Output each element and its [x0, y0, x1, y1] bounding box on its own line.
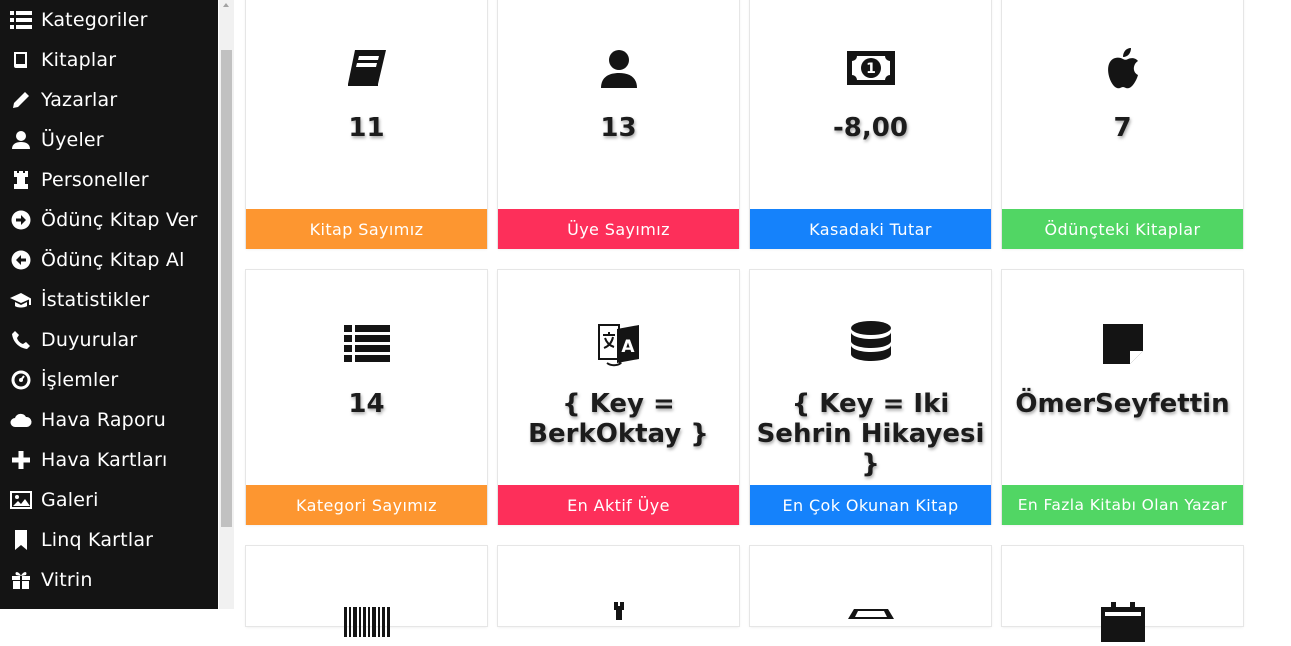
phone-icon: [10, 329, 32, 351]
sidebar: Kategoriler Kitaplar Yazarlar Üyeler Per…: [0, 0, 218, 609]
stat-footer-kategori-sayimiz[interactable]: Kategori Sayımız: [246, 485, 487, 525]
circle-arrow-right-icon: [10, 209, 32, 231]
stat-card-odunc: 7 Ödünçteki Kitaplar: [1002, 0, 1243, 249]
tower-icon: [498, 598, 739, 646]
stat-card-aktif-uye: A { Key = BerkOktay } En Aktif Üye: [498, 270, 739, 525]
sidebar-item-label: Vitrin: [41, 569, 93, 591]
shop-icon: [750, 598, 991, 646]
sidebar-item-label: Linq Kartlar: [41, 529, 154, 551]
book-icon: [10, 49, 32, 71]
stat-card-uye: 13 Üye Sayımız: [498, 0, 739, 249]
stat-footer-oduncteki-kitaplar[interactable]: Ödünçteki Kitaplar: [1002, 209, 1243, 249]
sidebar-item-label: İstatistikler: [41, 289, 150, 311]
tower-icon: [10, 169, 32, 191]
sidebar-item-odunc-kitap-al[interactable]: Ödünç Kitap Al: [0, 240, 218, 280]
sidebar-item-label: Duyurular: [41, 329, 138, 351]
list-icon: [10, 9, 32, 31]
sidebar-item-label: Ödünç Kitap Al: [41, 249, 185, 271]
stat-value: 14: [348, 389, 385, 419]
stat-card-partial-3: [750, 546, 991, 626]
stat-value: -8,00: [833, 113, 908, 143]
note-icon: [1002, 320, 1243, 368]
sidebar-item-label: Hava Kartları: [41, 449, 168, 471]
sidebar-item-label: Yazarlar: [41, 89, 118, 111]
user-icon: [498, 44, 739, 92]
sidebar-item-vitrin[interactable]: Vitrin: [0, 560, 218, 600]
user-icon: [10, 129, 32, 151]
list-icon: [246, 320, 487, 368]
sidebar-item-hava-raporu[interactable]: Hava Raporu: [0, 400, 218, 440]
sidebar-item-personeller[interactable]: Personeller: [0, 160, 218, 200]
education-icon: [10, 289, 32, 311]
calendar-icon: [1002, 598, 1243, 646]
stat-footer-en-fazla-kitabi-olan-yazar[interactable]: En Fazla Kitabı Olan Yazar: [1002, 485, 1243, 525]
sidebar-scrollbar[interactable]: [219, 0, 234, 609]
stat-card-kitap: 11 Kitap Sayımız: [246, 0, 487, 249]
sidebar-item-label: Personeller: [41, 169, 149, 191]
stat-value: { Key = BerkOktay }: [528, 389, 709, 449]
dashboard-icon: [10, 369, 32, 391]
stat-value: 13: [600, 113, 637, 143]
sidebar-item-hava-kartlari[interactable]: Hava Kartları: [0, 440, 218, 480]
sidebar-item-label: İşlemler: [41, 369, 119, 391]
stat-card-kasa: 1 -8,00 Kasadaki Tutar: [750, 0, 991, 249]
stat-value: 11: [348, 113, 385, 143]
sidebar-item-label: Galeri: [41, 489, 99, 511]
sidebar-item-label: Hava Raporu: [41, 409, 167, 431]
sidebar-item-label: Ödünç Kitap Ver: [41, 209, 198, 231]
money-icon: 1: [750, 44, 991, 92]
sidebar-item-label: Kitaplar: [41, 49, 117, 71]
svg-text:A: A: [621, 337, 635, 357]
sidebar-item-galeri[interactable]: Galeri: [0, 480, 218, 520]
sidebar-item-label: Kategoriler: [41, 9, 148, 31]
database-icon: [750, 320, 991, 368]
scroll-up-arrow-icon[interactable]: [223, 3, 229, 7]
gift-icon: [10, 569, 32, 591]
picture-icon: [10, 489, 32, 511]
sidebar-item-kitaplar[interactable]: Kitaplar: [0, 40, 218, 80]
stat-card-en-cok-okunan: { Key = Iki Sehrin Hikayesi } En Çok Oku…: [750, 270, 991, 525]
sidebar-item-linq-kartlar[interactable]: Linq Kartlar: [0, 520, 218, 560]
scrollbar-thumb[interactable]: [221, 50, 232, 527]
sidebar-item-istatistikler[interactable]: İstatistikler: [0, 280, 218, 320]
stat-card-partial-1: [246, 546, 487, 637]
sidebar-item-uyeler[interactable]: Üyeler: [0, 120, 218, 160]
plus-icon: [10, 449, 32, 471]
stat-footer-en-cok-okunan-kitap[interactable]: En Çok Okunan Kitap: [750, 485, 991, 525]
stat-footer-en-aktif-uye[interactable]: En Aktif Üye: [498, 485, 739, 525]
stat-card-kategori: 14 Kategori Sayımız: [246, 270, 487, 525]
pencil-icon: [10, 89, 32, 111]
stat-value: 7: [1113, 113, 1132, 143]
stat-value: { Key = Iki Sehrin Hikayesi }: [756, 389, 985, 479]
sidebar-item-odunc-kitap-ver[interactable]: Ödünç Kitap Ver: [0, 200, 218, 240]
cloud-icon: [10, 409, 32, 431]
circle-arrow-left-icon: [10, 249, 32, 271]
svg-text:1: 1: [866, 61, 876, 77]
sidebar-item-label: Üyeler: [41, 129, 104, 151]
stat-value: ÖmerSeyfettin: [1015, 389, 1230, 419]
sidebar-item-kategoriler[interactable]: Kategoriler: [0, 0, 218, 40]
barcode-icon: [246, 598, 487, 646]
stat-card-en-fazla-kitap: ÖmerSeyfettin En Fazla Kitabı Olan Yazar: [1002, 270, 1243, 525]
stat-footer-kitap-sayimiz[interactable]: Kitap Sayımız: [246, 209, 487, 249]
stat-card-partial-2: [498, 546, 739, 626]
stat-footer-uye-sayimiz[interactable]: Üye Sayımız: [498, 209, 739, 249]
sidebar-item-islemler[interactable]: İşlemler: [0, 360, 218, 400]
stat-card-partial-4: [1002, 546, 1243, 642]
translate-icon: A: [498, 320, 739, 368]
book-icon: [246, 44, 487, 92]
apple-icon: [1002, 44, 1243, 92]
sidebar-item-duyurular[interactable]: Duyurular: [0, 320, 218, 360]
bookmark-icon: [10, 529, 32, 551]
stat-footer-kasadaki-tutar[interactable]: Kasadaki Tutar: [750, 209, 991, 249]
sidebar-item-yazarlar[interactable]: Yazarlar: [0, 80, 218, 120]
